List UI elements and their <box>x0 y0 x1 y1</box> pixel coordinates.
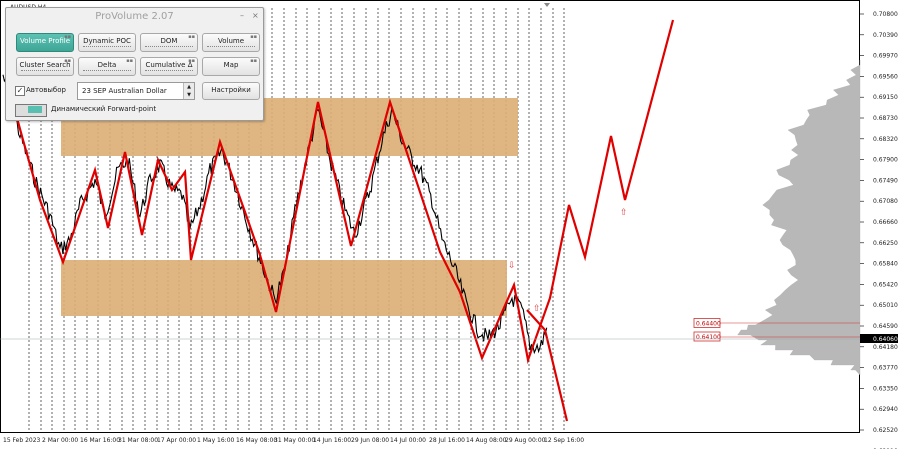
settings-label: Настройки <box>211 86 251 94</box>
close-icon[interactable]: × <box>252 11 259 20</box>
price-axis-label: 0.67900 <box>873 157 898 164</box>
arrow-down-icon: ⇩ <box>508 261 516 271</box>
price-axis-label: 0.65420 <box>873 281 898 288</box>
price-axis-label: 0.69560 <box>873 73 898 80</box>
price-axis[interactable]: 0.70800 0.70390 0.69970 0.69560 0.69150 0.687… <box>860 11 898 449</box>
price-axis-label: 0.64180 <box>873 344 898 351</box>
time-axis-label: 14 Jun 16:00 <box>313 437 351 444</box>
volume-label: Volume <box>217 37 245 45</box>
current-price-text: 0.64060 <box>873 336 898 343</box>
settings-dots-icon: ▪▪ <box>188 58 195 64</box>
delta-button[interactable]: ▪▪ Delta <box>78 57 136 76</box>
settings-dots-icon: ▪▪ <box>64 34 71 40</box>
instrument-value: 23 SEP Australian Dollar <box>82 87 167 95</box>
minimize-icon[interactable]: – <box>240 11 244 20</box>
line-style-icon <box>83 70 131 73</box>
price-axis-label: 0.68730 <box>873 115 898 122</box>
level-tag-lower-text: 0.64100 <box>696 334 721 341</box>
volume-profile-button[interactable]: ▪▪ Volume Profile <box>16 33 74 52</box>
instrument-select[interactable]: 23 SEP Australian Dollar ▲ ▼ <box>77 82 195 100</box>
cumulative-delta-label: Cumulative Δ <box>145 61 193 69</box>
autoselect-checkbox[interactable]: ✓ <box>15 86 25 96</box>
price-axis-label: 0.64590 <box>873 323 898 330</box>
price-axis-label: 0.62520 <box>873 427 898 434</box>
dynamic-poc-label: Dynamic POC <box>83 37 131 45</box>
wave-projection-down <box>526 309 569 422</box>
price-axis-label: 0.65010 <box>873 302 898 309</box>
chart-shift-marker-icon[interactable] <box>544 3 550 7</box>
map-button[interactable]: ▪▪ Map <box>202 57 260 76</box>
price-axis-label: 0.66250 <box>873 240 898 247</box>
settings-dots-icon: ▪▪ <box>250 58 257 64</box>
price-axis-label: 0.69150 <box>873 94 898 101</box>
price-axis-label: 0.65840 <box>873 261 898 268</box>
time-axis-label: 14 Aug 08:00 <box>466 437 507 444</box>
settings-dots-icon: ▪▪ <box>188 34 195 40</box>
cumulative-delta-button[interactable]: ▪▪ Cumulative Δ <box>140 57 198 76</box>
time-axis-label: 29 Jun 08:00 <box>351 437 389 444</box>
time-axis-label: 31 May 00:00 <box>274 437 315 444</box>
provolume-panel[interactable]: ProVolume 2.07 – × ▪▪ Volume Profile Dyn… <box>5 7 264 121</box>
time-axis-label: 12 Sep 16:00 <box>544 437 584 444</box>
cluster-search-button[interactable]: ▪▪ Cluster Search <box>16 57 74 76</box>
cluster-search-label: Cluster Search <box>19 61 71 69</box>
forward-point-toggle[interactable] <box>15 104 47 117</box>
line-style-icon <box>207 46 255 49</box>
time-axis-label: 16 Mar 16:00 <box>80 437 120 444</box>
price-axis-label: 0.62940 <box>873 406 898 413</box>
dom-button[interactable]: ▪▪ DOM <box>140 33 198 52</box>
line-style-icon <box>83 46 131 49</box>
volume-profile-label: Volume Profile <box>19 37 71 45</box>
time-axis-label: 15 Feb 2023 <box>3 437 41 444</box>
dynamic-poc-button[interactable]: Dynamic POC <box>78 33 136 52</box>
time-axis[interactable]: 15 Feb 2023 2 Mar 00:00 16 Mar 16:0031 Mar… <box>3 437 584 444</box>
price-axis-label: 0.68320 <box>873 136 898 143</box>
autoselect-label: Автовыбор <box>26 86 66 94</box>
forward-point-label: Динамический Forward-point <box>51 105 157 113</box>
line-style-icon <box>145 46 193 49</box>
time-axis-label: 1 May 16:00 <box>197 437 235 444</box>
spin-arrows-icon[interactable]: ▲ ▼ <box>183 83 194 99</box>
settings-dots-icon: ▪▪ <box>64 58 71 64</box>
price-axis-label: 0.67490 <box>873 177 898 184</box>
time-axis-label: 2 Mar 00:00 <box>42 437 78 444</box>
volume-profile-histogram <box>737 60 861 376</box>
arrow-up-icon: ⇧ <box>533 304 541 314</box>
volume-button[interactable]: ▪▪ Volume <box>202 33 260 52</box>
price-axis-label: 0.67080 <box>873 198 898 205</box>
price-axis-label: 0.66660 <box>873 219 898 226</box>
line-style-icon <box>21 70 69 73</box>
time-axis-label: 17 Apr 00:00 <box>157 437 196 444</box>
price-axis-label: 0.63770 <box>873 365 898 372</box>
settings-dots-icon: ▪▪ <box>250 34 257 40</box>
time-axis-label: 14 Jul 00:00 <box>390 437 426 444</box>
price-axis-label: 0.70800 <box>873 11 898 18</box>
map-label: Map <box>223 61 239 69</box>
settings-button[interactable]: Настройки <box>202 82 260 100</box>
price-axis-label: 0.70390 <box>873 32 898 39</box>
dom-label: DOM <box>160 37 178 45</box>
delta-label: Delta <box>97 61 117 69</box>
arrow-up-icon: ⇧ <box>620 208 628 218</box>
line-style-icon <box>145 70 193 73</box>
time-axis-label: 28 Jul 16:00 <box>429 437 465 444</box>
price-axis-label: 0.69970 <box>873 53 898 60</box>
price-axis-label: 0.63350 <box>873 385 898 392</box>
time-axis-label: 29 Aug 00:00 <box>505 437 546 444</box>
settings-dots-icon: ▪▪ <box>126 58 133 64</box>
time-axis-label: 31 Mar 08:00 <box>118 437 158 444</box>
time-axis-label: 16 May 08:00 <box>236 437 277 444</box>
level-tag-upper-text: 0.64400 <box>696 321 721 328</box>
toggle-knob-icon <box>28 106 42 113</box>
panel-title: ProVolume 2.07 <box>95 11 174 22</box>
